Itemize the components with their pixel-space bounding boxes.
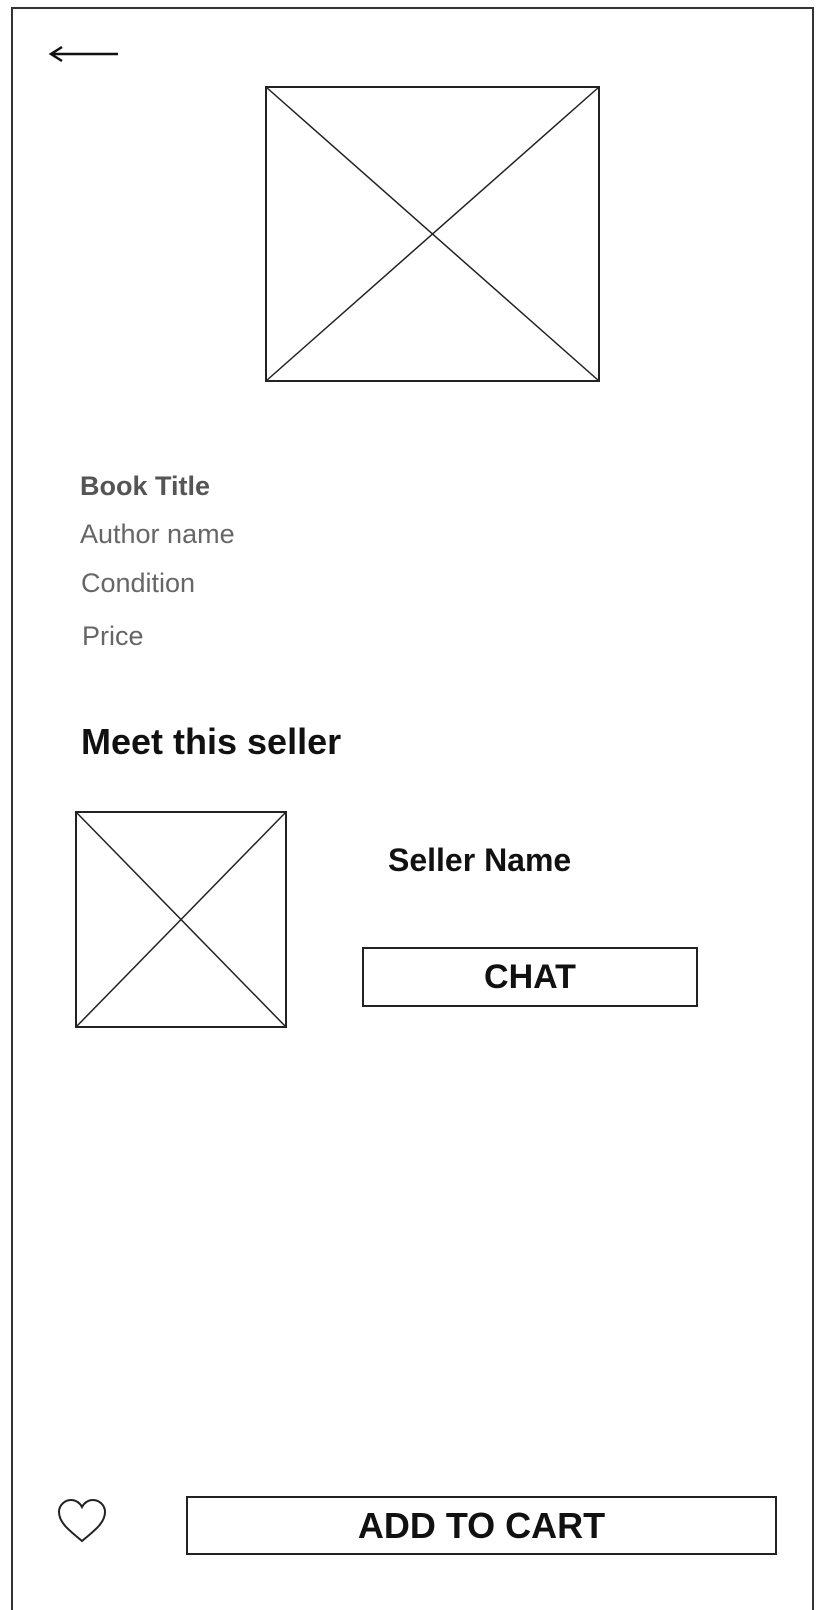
chat-button[interactable]: CHAT	[362, 947, 698, 1007]
add-to-cart-button[interactable]: ADD TO CART	[186, 1496, 777, 1555]
book-price: Price	[82, 621, 144, 651]
heart-icon	[57, 1498, 107, 1543]
book-image	[265, 86, 600, 382]
favorite-button[interactable]	[56, 1497, 108, 1545]
seller-name[interactable]: Seller Name	[388, 842, 571, 879]
seller-section-heading: Meet this seller	[81, 721, 342, 762]
arrow-left-icon	[48, 45, 118, 63]
back-button[interactable]	[46, 42, 120, 66]
seller-avatar[interactable]	[75, 811, 287, 1028]
image-placeholder-icon	[75, 811, 287, 1028]
image-placeholder-icon	[265, 86, 600, 382]
book-title: Book Title	[80, 471, 211, 501]
author-name: Author name	[80, 519, 235, 549]
book-condition: Condition	[81, 568, 196, 598]
